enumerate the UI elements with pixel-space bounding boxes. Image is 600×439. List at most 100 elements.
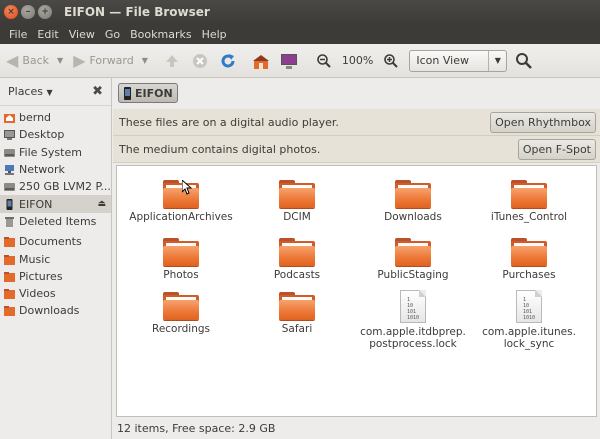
folder-icon [4,254,15,265]
reload-button[interactable] [217,50,239,72]
mouse-cursor-icon [182,180,192,195]
forward-label: Forward [89,54,134,67]
search-button[interactable] [513,50,535,72]
menu-bookmarks[interactable]: Bookmarks [125,28,196,41]
up-arrow-icon [165,54,178,67]
sidebar-item-label: 250 GB LVM2 P... [19,180,111,194]
trash-icon [5,216,14,227]
folder-icon [279,236,315,266]
zoom-out-button[interactable] [313,50,335,72]
open-fspot-button[interactable]: Open F-Spot [517,138,596,160]
folder-item[interactable]: Recordings [123,290,239,335]
zoom-in-button[interactable] [380,50,402,72]
back-history-dropdown[interactable]: ▼ [57,56,63,65]
close-sidebar-icon[interactable]: ✖ [92,84,103,99]
path-button-eifon[interactable]: EIFON [118,83,178,103]
sidebar-item-eifon[interactable]: EIFON ⏏ [0,195,111,213]
sidebar-item-label: Pictures [19,269,63,283]
file-name-label: PublicStaging [377,269,449,281]
folder-item[interactable]: iTunes_Control [471,178,587,223]
view-mode-value: Icon View [416,54,469,67]
zoom-level: 100% [341,54,374,67]
zoom-in-icon [384,53,399,68]
media-player-icon [124,86,131,100]
title-bar: × – + EIFON — File Browser [0,0,600,24]
places-header[interactable]: Places ▼ ✖ [0,78,111,106]
minimize-window-button[interactable]: – [21,5,35,19]
maximize-window-button[interactable]: + [38,5,52,19]
close-window-button[interactable]: × [4,5,18,19]
sidebar-item-lvm-volume[interactable]: 250 GB LVM2 P... [0,178,111,195]
sidebar-item-pictures[interactable]: Pictures [0,268,111,285]
file-item[interactable]: 1 10 101 1010 com.apple.itunes. lock_sync [471,290,587,350]
menu-file[interactable]: File [4,28,32,41]
zoom-out-icon [317,53,331,68]
folder-icon [163,290,199,320]
computer-button[interactable] [278,50,300,72]
sidebar-item-network[interactable]: Network [0,161,111,178]
infobar-message: These files are on a digital audio playe… [119,115,339,129]
menu-go[interactable]: Go [100,28,125,41]
stop-button[interactable] [189,50,211,72]
places-label: Places [8,85,43,98]
menu-view[interactable]: View [64,28,100,41]
forward-button[interactable]: ▶ Forward [73,51,134,70]
folder-icon [4,306,15,317]
folder-icon [163,178,199,208]
file-name-label: DCIM [283,211,311,223]
sidebar-item-label: EIFON [19,197,53,211]
menu-help[interactable]: Help [197,28,232,41]
sidebar-item-file-system[interactable]: File System [0,144,111,161]
sidebar-item-bernd[interactable]: bernd [0,109,111,126]
folder-icon [4,289,15,300]
folder-item[interactable]: DCIM [239,178,355,223]
infobar-photos: The medium contains digital photos. Open… [113,136,600,163]
sidebar-item-desktop[interactable]: Desktop [0,126,111,143]
sidebar-item-documents[interactable]: Documents [0,233,111,250]
folder-item[interactable]: Downloads [355,178,471,223]
folder-icon [4,271,15,282]
view-mode-select[interactable]: Icon View ▼ [409,49,508,72]
up-button[interactable] [161,50,183,72]
menu-edit[interactable]: Edit [32,28,63,41]
folder-item[interactable]: ApplicationArchives [123,178,239,223]
home-button[interactable] [250,50,272,72]
folder-icon [511,178,547,208]
status-bar: 12 items, Free space: 2.9 GB [113,417,600,439]
reload-icon [221,53,235,67]
network-icon [5,165,14,176]
file-name-label: Recordings [152,323,210,335]
sidebar: Places ▼ ✖ bernd Desktop File System Net… [0,78,112,439]
sidebar-item-downloads[interactable]: Downloads [0,302,111,319]
folder-item[interactable]: PublicStaging [355,236,471,281]
sidebar-item-label: Deleted Items [19,214,97,228]
folder-item[interactable]: Photos [123,236,239,281]
file-name-label: Purchases [502,269,556,281]
folder-item[interactable]: Safari [239,290,355,335]
file-item[interactable]: 1 10 101 1010 com.apple.itdbprep. postprocess… [355,290,471,350]
open-rhythmbox-button[interactable]: Open Rhythmbox [490,111,596,133]
media-player-icon [6,198,13,210]
file-name-label: Safari [281,323,313,335]
eject-icon[interactable]: ⏏ [97,199,106,209]
toolbar: ◀ Back ▼ ▶ Forward ▼ 100% Icon View ▼ [0,44,600,78]
harddrive-icon [4,148,15,157]
sidebar-item-label: Downloads [19,304,80,318]
back-button[interactable]: ◀ Back [6,51,49,70]
computer-icon [280,53,297,69]
file-icon-view[interactable]: ApplicationArchives DCIM Downloads iTunes_C… [116,165,597,417]
desktop-icon [4,130,15,141]
path-button-label: EIFON [135,86,173,100]
binary-file-icon: 1 10 101 1010 [516,290,542,323]
file-name-label: ApplicationArchives [129,211,233,223]
sidebar-item-videos[interactable]: Videos [0,285,111,302]
forward-history-dropdown[interactable]: ▼ [142,56,148,65]
folder-item[interactable]: Purchases [471,236,587,281]
sidebar-item-music[interactable]: Music [0,250,111,267]
sidebar-item-deleted-items[interactable]: Deleted Items [0,213,111,230]
chevron-down-icon: ▼ [488,50,506,71]
binary-file-icon: 1 10 101 1010 [400,290,426,323]
file-name-label: iTunes_Control [490,211,568,223]
back-label: Back [22,54,50,67]
folder-item[interactable]: Podcasts [239,236,355,281]
